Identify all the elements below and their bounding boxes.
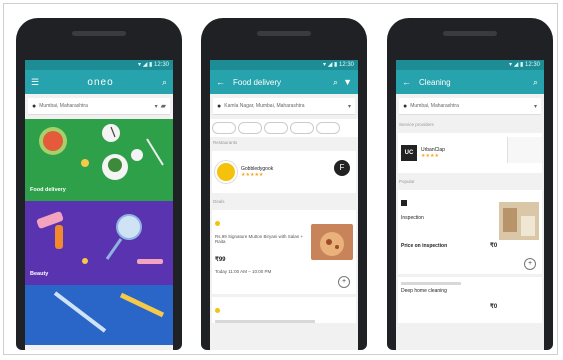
service-2-price: ₹0: [490, 304, 498, 310]
filter-chip[interactable]: [290, 122, 314, 134]
phone-speaker: [443, 31, 497, 36]
category-tile-beauty[interactable]: Beauty: [25, 201, 173, 285]
location-selector[interactable]: ● Kamla Nagar, Mumbai, Maharashtra ▾: [213, 98, 355, 115]
status-bar: ▾ ◢ ▮ 12:30: [25, 60, 173, 70]
phone-screen: ▾ ◢ ▮ 12:30 ☰ oneo ⌕ ● Mumbai, Maharasht…: [25, 60, 173, 350]
category-tile-food[interactable]: Food delivery: [25, 119, 173, 201]
add-button[interactable]: +: [338, 276, 350, 288]
add-button[interactable]: +: [524, 258, 536, 270]
pin-icon: ●: [403, 102, 408, 110]
location-text: Mumbai, Maharashtra: [39, 103, 88, 109]
location-text: Mumbai, Maharashtra: [410, 103, 459, 109]
screenshot-frame: ▾ ◢ ▮ 12:30 ☰ oneo ⌕ ● Mumbai, Maharasht…: [3, 3, 558, 355]
app-title: oneo: [87, 76, 114, 88]
app-bar: ☰ oneo ⌕: [25, 70, 173, 94]
phone-screen: ▾ ◢ ▮ 12:30 ← Food delivery ⌕ ▼ ● Kamla …: [210, 60, 358, 350]
restaurant-rating: ★★★★★: [241, 172, 264, 178]
service-tag-icon: [401, 200, 407, 206]
provider-logo: UC: [401, 145, 417, 161]
restaurant-card[interactable]: Gobbledygook ★★★★★ F: [212, 151, 356, 193]
phone-cleaning: ▾ ◢ ▮ 12:30 ← Cleaning ⌕ ● Mumbai, Mahar…: [387, 18, 553, 350]
provider-rating: ★★★★: [421, 153, 439, 159]
deal-tag-icon: [215, 221, 220, 226]
cart-icon[interactable]: ▰: [161, 102, 166, 110]
provider-card[interactable]: UC UrbanClap ★★★★: [398, 133, 542, 173]
filter-chip[interactable]: [316, 122, 340, 134]
location-selector[interactable]: ● Mumbai, Maharashtra ▾: [399, 98, 541, 115]
search-icon[interactable]: ⌕: [333, 77, 338, 87]
tile-label-beauty: Beauty: [30, 271, 49, 277]
deal-meta: Today 11:00 AM – 10:00 PM: [215, 269, 272, 274]
back-icon[interactable]: ←: [216, 77, 225, 87]
pin-icon: ●: [32, 102, 37, 110]
app-bar: ← Cleaning ⌕: [396, 70, 544, 94]
chevron-down-icon: ▾: [154, 103, 158, 110]
phone-screen: ▾ ◢ ▮ 12:30 ← Cleaning ⌕ ● Mumbai, Mahar…: [396, 60, 544, 350]
section-header-deals: Deals: [213, 199, 225, 204]
service-image: [499, 202, 539, 240]
filter-chip[interactable]: [238, 122, 262, 134]
app-title: Cleaning: [419, 77, 451, 87]
status-bar: ▾ ◢ ▮ 12:30: [210, 60, 358, 70]
app-title: Food delivery: [233, 77, 282, 87]
chevron-down-icon: ▾: [533, 103, 537, 110]
phone-speaker: [72, 31, 126, 36]
section-header-providers: Service providers: [399, 122, 434, 127]
back-icon[interactable]: ←: [402, 77, 411, 87]
deal-tag-icon: [215, 308, 220, 313]
phone-speaker: [257, 31, 311, 36]
restaurant-info: Gobbledygook ★★★★★: [241, 166, 273, 178]
deal-card-2[interactable]: [212, 297, 356, 323]
service-card-2[interactable]: Deep home cleaning ₹0: [398, 277, 542, 323]
deal-title: Rs.99 Signature Mutton Biryani with Sala…: [215, 234, 304, 244]
service-price: ₹0: [490, 243, 498, 249]
deal-card[interactable]: Rs.99 Signature Mutton Biryani with Sala…: [212, 210, 356, 294]
provider-info: UrbanClap ★★★★: [421, 147, 445, 159]
filter-chip[interactable]: [212, 122, 236, 134]
location-text: Kamla Nagar, Mumbai, Maharashtra: [224, 103, 305, 109]
deal-image: [311, 224, 353, 260]
restaurant-logo-2[interactable]: F: [334, 160, 350, 176]
tile-label-food: Food delivery: [30, 187, 66, 193]
phone-home: ▾ ◢ ▮ 12:30 ☰ oneo ⌕ ● Mumbai, Maharasht…: [16, 18, 182, 350]
section-header-restaurants: Restaurants: [213, 140, 238, 145]
filter-icon[interactable]: ▼: [343, 77, 352, 87]
filter-chips: [210, 119, 358, 137]
restaurant-logo: [215, 161, 237, 183]
menu-icon[interactable]: ☰: [31, 77, 39, 87]
phone-food-delivery: ▾ ◢ ▮ 12:30 ← Food delivery ⌕ ▼ ● Kamla …: [201, 18, 367, 350]
filter-chip[interactable]: [264, 122, 288, 134]
provider-card-2[interactable]: [507, 137, 542, 163]
section-header-popular: Popular: [399, 179, 415, 184]
tools-illustration: [53, 291, 165, 333]
category-tile-next[interactable]: [25, 285, 173, 345]
search-icon[interactable]: ⌕: [162, 77, 167, 87]
search-icon[interactable]: ⌕: [533, 77, 538, 87]
service-card[interactable]: Inspection Price on inspection ₹0 +: [398, 190, 542, 274]
pin-icon: ●: [217, 102, 222, 110]
service-2-title: Deep home cleaning: [401, 288, 447, 294]
chevron-down-icon: ▾: [347, 103, 351, 110]
app-bar: ← Food delivery ⌕ ▼: [210, 70, 358, 94]
location-selector[interactable]: ● Mumbai, Maharashtra ▾ ▰: [28, 98, 170, 115]
service-subtitle: Price on inspection: [401, 243, 448, 249]
status-bar: ▾ ◢ ▮ 12:30: [396, 60, 544, 70]
